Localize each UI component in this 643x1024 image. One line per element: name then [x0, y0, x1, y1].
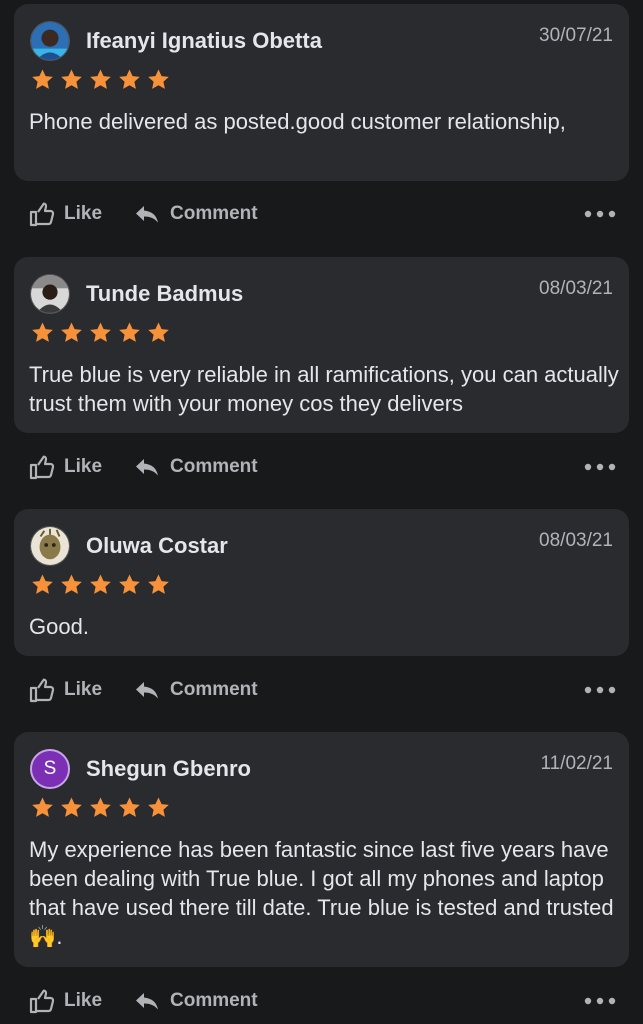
avatar[interactable] [30, 274, 70, 314]
avatar-photo-icon [31, 527, 69, 565]
reply-arrow-icon [136, 993, 158, 1010]
comment-label: Comment [170, 990, 258, 1011]
comment-button[interactable]: Comment [134, 981, 258, 1021]
reply-arrow-icon [136, 206, 158, 223]
like-button[interactable]: Like [28, 670, 102, 710]
review-date: 30/07/21 [539, 25, 613, 46]
star-icon [32, 322, 53, 342]
review-text: My experience has been fantastic since l… [29, 837, 614, 949]
like-button[interactable]: Like [28, 194, 102, 234]
thumbs-up-icon [29, 202, 55, 227]
reply-arrow-icon [136, 459, 158, 476]
like-button[interactable]: Like [28, 981, 102, 1021]
review-card: Oluwa Costar 08/03/21 Good. [14, 509, 629, 656]
star-icon [32, 574, 53, 594]
star-icon [61, 574, 82, 594]
reviews-feed: Ifeanyi Ignatius Obetta 30/07/21 Phone d… [0, 0, 643, 1024]
review-card: Ifeanyi Ignatius Obetta 30/07/21 Phone d… [14, 4, 629, 181]
star-icon [119, 69, 140, 89]
reviewer-name[interactable]: Ifeanyi Ignatius Obetta [86, 28, 322, 54]
star-icon [119, 322, 140, 342]
thumbs-up-icon [29, 678, 55, 703]
star-icon [148, 797, 169, 817]
more-dots-icon[interactable] [580, 455, 620, 479]
reviewer-name[interactable]: Shegun Gbenro [86, 756, 251, 782]
star-icon [32, 797, 53, 817]
like-label: Like [64, 679, 103, 700]
comment-button[interactable]: Comment [134, 670, 258, 710]
avatar[interactable] [30, 526, 70, 566]
comment-label: Comment [170, 679, 258, 700]
comment-button[interactable]: Comment [134, 447, 258, 487]
review-date: 08/03/21 [539, 278, 613, 299]
star-icon [90, 574, 111, 594]
reply-arrow-icon [136, 682, 158, 699]
like-label: Like [64, 990, 103, 1011]
star-icon [119, 797, 140, 817]
review-actions: Like Comment [0, 981, 643, 1021]
thumbs-up-icon [29, 455, 55, 480]
star-icon [32, 69, 53, 89]
comment-label: Comment [170, 203, 258, 224]
comment-button[interactable]: Comment [134, 194, 258, 234]
star-icon [148, 322, 169, 342]
avatar[interactable]: S [30, 749, 70, 789]
more-dots-icon[interactable] [580, 202, 620, 226]
more-dots-icon[interactable] [580, 989, 620, 1013]
star-icon [148, 574, 169, 594]
like-label: Like [64, 203, 103, 224]
review-actions: Like Comment [0, 670, 643, 710]
review-actions: Like Comment [0, 194, 643, 234]
star-rating [30, 573, 171, 597]
comment-label: Comment [170, 456, 258, 477]
star-rating [30, 321, 171, 345]
review-date: 11/02/21 [540, 753, 613, 774]
review-text: True blue is very reliable in all ramifi… [29, 362, 619, 416]
review-date: 08/03/21 [539, 530, 613, 551]
star-icon [90, 322, 111, 342]
review-card: Tunde Badmus 08/03/21 True blue is very … [14, 257, 629, 433]
review-text: Good. [29, 614, 89, 639]
reviewer-name[interactable]: Tunde Badmus [86, 281, 243, 307]
like-label: Like [64, 456, 103, 477]
thumbs-up-icon [29, 989, 55, 1014]
more-dots-icon[interactable] [580, 678, 620, 702]
like-button[interactable]: Like [28, 447, 102, 487]
review-actions: Like Comment [0, 447, 643, 487]
review-text: Phone delivered as posted.good customer … [29, 109, 566, 134]
star-icon [90, 69, 111, 89]
avatar[interactable] [30, 21, 70, 61]
star-rating [30, 796, 171, 820]
star-icon [61, 322, 82, 342]
star-rating [30, 68, 171, 92]
star-icon [61, 69, 82, 89]
avatar-photo-icon [31, 275, 69, 313]
star-icon [148, 69, 169, 89]
review-card: S Shegun Gbenro 11/02/21 My experience h… [14, 732, 629, 967]
avatar-photo-icon [31, 22, 69, 60]
reviewer-name[interactable]: Oluwa Costar [86, 533, 228, 559]
star-icon [61, 797, 82, 817]
star-icon [119, 574, 140, 594]
star-icon [90, 797, 111, 817]
